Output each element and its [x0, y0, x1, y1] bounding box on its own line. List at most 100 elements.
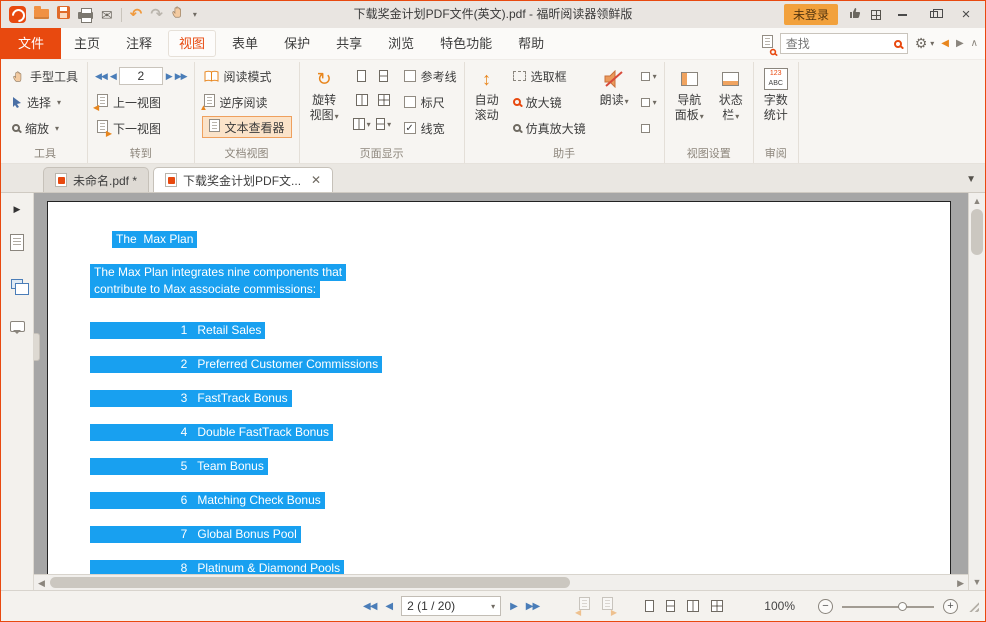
vertical-scrollbar[interactable]: ▲ ▼ [968, 193, 985, 590]
autoscroll-button[interactable]: ↕ 自动 滚动 [472, 64, 502, 124]
ruler-checkbox[interactable] [404, 96, 416, 108]
navigation-panels-button[interactable]: 导航 面板▾ [672, 64, 707, 125]
last-page-button[interactable]: ▶▶ [175, 71, 187, 82]
document-view[interactable]: The Max PlanThe Max Plan integrates nine… [34, 193, 968, 590]
scroll-right-icon[interactable]: ▶ [957, 578, 964, 589]
scroll-left-icon[interactable]: ◀ [38, 578, 45, 589]
resize-grip[interactable] [967, 600, 979, 612]
magnifier-button[interactable]: 放大镜 [511, 90, 588, 114]
guides-checkbox-row[interactable]: 参考线 [404, 64, 457, 88]
quickbar-dropdown-icon[interactable]: ▾ [193, 10, 197, 19]
zoom-out-button[interactable]: − [818, 599, 833, 614]
next-view-button[interactable]: ▶下一视图 [95, 116, 187, 140]
tab-list-dropdown-icon[interactable]: ▼ [966, 174, 976, 185]
statusbar-last-page-icon[interactable]: ▶▶ [526, 601, 539, 612]
ruler-checkbox-row[interactable]: 标尺 [404, 90, 457, 114]
statusbar-first-page-icon[interactable]: ◀◀ [363, 601, 376, 612]
layout-continuous-icon[interactable] [379, 70, 388, 82]
zoom-in-button[interactable]: + [943, 599, 958, 614]
search-document-icon[interactable] [762, 35, 773, 53]
status-bar-button[interactable]: 状态 栏▾ [716, 64, 746, 125]
read-mode-button[interactable]: 阅读模式 [202, 64, 292, 88]
doc-tab-active[interactable]: 下载奖金计划PDF文... ✕ [153, 167, 333, 192]
promote-icon[interactable] [848, 6, 861, 24]
open-file-icon[interactable] [34, 6, 49, 24]
page-number-input[interactable] [119, 67, 163, 85]
selected-text-line[interactable]: 3 FastTrack Bonus [90, 390, 292, 407]
hand-tool-button[interactable]: 手型工具 [10, 64, 80, 88]
save-icon[interactable] [57, 6, 70, 24]
read-aloud-option-icon-3[interactable] [641, 116, 657, 140]
tab-share[interactable]: 共享 [323, 29, 375, 58]
close-button[interactable]: × [955, 6, 977, 24]
bookmarks-panel-button[interactable] [1, 221, 33, 263]
tab-features[interactable]: 特色功能 [427, 29, 505, 58]
layout-book-icon[interactable]: ▾ [376, 118, 391, 130]
layout-continuous-facing-icon[interactable] [378, 94, 390, 106]
email-icon[interactable]: ✉ [101, 8, 113, 22]
selected-text-line[interactable]: The Max Plan [112, 231, 197, 248]
tab-file[interactable]: 文件 [1, 28, 61, 59]
selected-text-line[interactable]: 6 Matching Check Bonus [90, 492, 325, 509]
print-icon[interactable] [78, 6, 93, 24]
tab-protect[interactable]: 保护 [271, 29, 323, 58]
collapse-ribbon-icon[interactable]: ∧ [971, 38, 978, 49]
undo-icon[interactable]: ↶ [130, 7, 143, 22]
layers-panel-button[interactable] [1, 263, 33, 305]
next-page-button[interactable]: ▶ [166, 71, 172, 82]
guides-checkbox[interactable] [404, 70, 416, 82]
layout-single-page-icon[interactable] [357, 70, 366, 82]
selected-text-line[interactable]: 4 Double FastTrack Bonus [90, 424, 333, 441]
loupe-button[interactable]: 仿真放大镜 [511, 116, 588, 140]
tab-help[interactable]: 帮助 [505, 29, 557, 58]
first-page-button[interactable]: ◀◀ [95, 71, 107, 82]
pdf-page[interactable]: The Max PlanThe Max Plan integrates nine… [47, 201, 951, 575]
selected-text-line[interactable]: contribute to Max associate commissions: [90, 281, 320, 298]
layout-facing-icon[interactable] [356, 94, 368, 106]
search-input[interactable] [786, 37, 890, 51]
redo-icon[interactable]: ↷ [150, 7, 163, 22]
scroll-down-icon[interactable]: ▼ [969, 577, 985, 587]
horizontal-scroll-thumb[interactable] [50, 577, 570, 588]
text-viewer-button[interactable]: 文本查看器 [202, 116, 292, 138]
tab-form[interactable]: 表单 [219, 29, 271, 58]
statusbar-layout-continuous-icon[interactable] [666, 600, 675, 612]
statusbar-layout-facing-icon[interactable] [687, 600, 699, 612]
selected-text-line[interactable]: 2 Preferred Customer Commissions [90, 356, 382, 373]
statusbar-layout-single-icon[interactable] [645, 600, 654, 612]
search-icon[interactable] [894, 40, 902, 48]
statusbar-next-page-icon[interactable]: ▶ [510, 601, 517, 612]
statusbar-layout-continuous-facing-icon[interactable] [711, 600, 723, 612]
apps-grid-icon[interactable] [871, 10, 881, 20]
read-aloud-option-icon-2[interactable]: ▾ [641, 90, 657, 114]
read-aloud-button[interactable]: 朗读▾ [597, 64, 632, 110]
comments-panel-button[interactable] [1, 305, 33, 347]
select-tool-button[interactable]: 选择▾ [10, 90, 80, 114]
close-tab-icon[interactable]: ✕ [311, 173, 321, 187]
foxit-logo-icon[interactable] [9, 6, 26, 23]
ribbon-scroll-left-icon[interactable]: ◀ [941, 38, 949, 49]
ribbon-scroll-right-icon[interactable]: ▶ [956, 38, 964, 49]
settings-gear-icon[interactable]: ⚙▾ [915, 35, 935, 52]
minimize-button[interactable] [891, 6, 913, 24]
zoom-slider-handle[interactable] [898, 602, 907, 611]
selected-text-line[interactable]: 7 Global Bonus Pool [90, 526, 301, 543]
page-number-combo[interactable]: 2 (1 / 20) ▾ [401, 596, 501, 616]
selected-text-line[interactable]: 1 Retail Sales [90, 322, 265, 339]
tab-home[interactable]: 主页 [61, 29, 113, 58]
hand-tool-icon[interactable] [171, 5, 185, 24]
rotate-view-button[interactable]: ↻ 旋转 视图▾ [307, 64, 342, 125]
line-weights-checkbox[interactable]: ✓ [404, 122, 416, 134]
statusbar-prev-page-icon[interactable]: ◀ [385, 601, 392, 612]
line-weights-checkbox-row[interactable]: ✓线宽 [404, 116, 457, 140]
doc-tab-untitled[interactable]: 未命名.pdf * [43, 167, 149, 192]
word-count-button[interactable]: 123ABC 字数 统计 [761, 64, 791, 124]
reverse-read-button[interactable]: ▲逆序阅读 [202, 90, 292, 114]
read-aloud-option-icon-1[interactable]: ▾ [641, 64, 657, 88]
selected-text-line[interactable]: 5 Team Bonus [90, 458, 268, 475]
expand-panel-button[interactable]: ▶ [1, 197, 33, 221]
scroll-up-icon[interactable]: ▲ [969, 196, 985, 206]
statusbar-next-view-icon[interactable]: ▶ [602, 597, 613, 615]
zoom-tool-button[interactable]: 缩放▾ [10, 116, 80, 140]
login-button[interactable]: 未登录 [784, 4, 838, 25]
